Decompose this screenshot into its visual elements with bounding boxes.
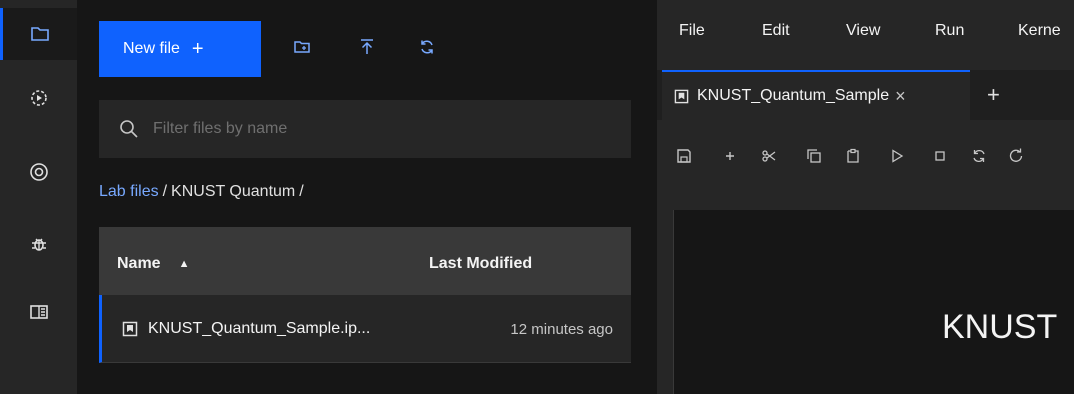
folder-icon [31,27,49,41]
new-file-button[interactable]: New file + [99,21,261,77]
rerun-icon [1009,148,1023,162]
play-icon [892,149,904,163]
paste-icon [847,148,859,163]
new-folder-button[interactable] [291,36,313,58]
file-last-modified: 12 minutes ago [510,321,613,338]
column-header-name[interactable]: Name ▲ [117,255,189,273]
copy-icon [807,149,821,163]
file-row[interactable]: KNUST_Quantum_Sample.ip... 12 minutes ag… [99,295,631,363]
breadcrumb-separator: / [162,183,168,200]
paste-button[interactable] [844,147,862,165]
restart-icon [973,149,985,163]
restart-kernel-button[interactable] [970,147,988,165]
file-list-header: Name ▲ Last Modified [99,227,631,295]
filter-files-input[interactable] [153,120,593,138]
tab-bar: KNUST_Quantum_Sample × + [657,70,1074,120]
debugger-icon [31,238,46,251]
activity-debugger[interactable] [0,218,77,270]
add-tab-button[interactable]: + [987,82,1000,108]
upload-icon [361,39,373,54]
new-file-label: New file [123,40,180,57]
column-name-label: Name [117,255,161,272]
scissors-icon [762,150,776,162]
menu-kernel[interactable]: Kerne [1018,22,1061,40]
breadcrumb-separator: / [299,183,304,200]
stop-icon [935,151,945,161]
plus-icon [726,152,734,160]
activity-file-browser[interactable] [0,8,77,60]
search-box [99,100,631,158]
tab-knust-quantum-sample[interactable]: KNUST_Quantum_Sample × [662,70,970,120]
notebook-file-icon [122,321,138,337]
refresh-icon [421,40,433,54]
menubar: File Edit View Run Kerne [657,0,1074,66]
activity-running[interactable] [0,72,77,124]
breadcrumb: Lab files / KNUST Quantum / [99,183,308,201]
file-name: KNUST_Quantum_Sample.ip... [122,320,370,338]
search-icon [120,120,138,138]
upload-button[interactable] [356,36,378,58]
save-icon [677,149,691,163]
notebook-content: KNUST [673,210,1074,394]
menu-run[interactable]: Run [935,22,964,40]
running-icon [30,90,47,106]
activity-table-of-contents[interactable] [0,286,77,338]
activity-palette[interactable] [0,146,77,198]
activity-bar [0,0,77,394]
save-button[interactable] [675,147,693,165]
sort-ascending-icon: ▲ [178,258,190,270]
menu-file[interactable]: File [679,22,705,40]
plus-icon: + [191,37,204,60]
insert-cell-button[interactable] [721,147,739,165]
editor-area: File Edit View Run Kerne KNUST_Quantum_S… [657,0,1074,394]
breadcrumb-lab-files[interactable]: Lab files [99,183,159,201]
run-cell-button[interactable] [888,147,906,165]
copy-button[interactable] [805,147,823,165]
menu-view[interactable]: View [846,22,880,40]
notebook-toolbar [657,120,1074,192]
new-folder-icon [294,41,310,53]
menu-edit[interactable]: Edit [762,22,790,40]
table-of-contents-icon [29,305,48,319]
breadcrumb-knust-quantum[interactable]: KNUST Quantum [171,183,295,201]
column-header-last-modified[interactable]: Last Modified [429,255,532,273]
notebook-file-icon [674,89,689,103]
tab-label: KNUST_Quantum_Sample [697,87,890,104]
close-icon[interactable]: × [895,86,906,107]
cut-button[interactable] [760,147,778,165]
restart-run-all-button[interactable] [1007,147,1025,165]
palette-icon [29,163,48,181]
file-browser-panel: New file + Lab files / KNUST Quantum / N… [77,0,657,394]
interrupt-kernel-button[interactable] [931,147,949,165]
file-name-text: KNUST_Quantum_Sample.ip... [148,320,371,337]
notebook-heading: KNUST [942,308,1058,346]
refresh-button[interactable] [416,36,438,58]
